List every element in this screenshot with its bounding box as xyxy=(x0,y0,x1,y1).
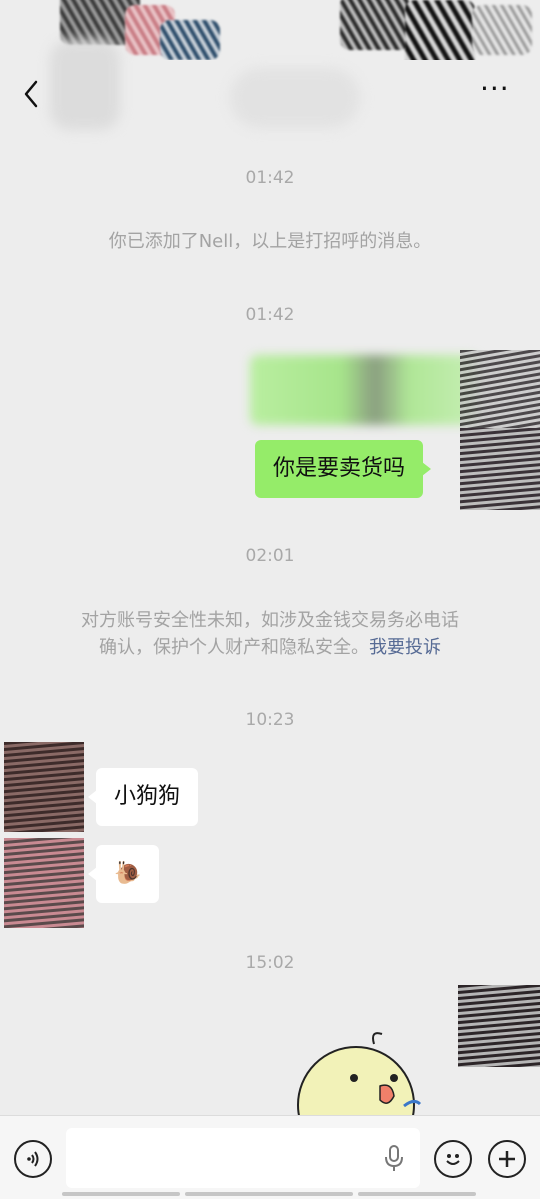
contact-message-bubble[interactable]: 小狗狗 xyxy=(87,768,199,826)
chevron-left-icon[interactable] xyxy=(18,78,48,110)
contact-avatar[interactable] xyxy=(4,742,84,832)
system-message: 你已添加了Nell，以上是打招呼的消息。 xyxy=(108,231,432,252)
redacted-area xyxy=(340,0,410,50)
gesture-bar xyxy=(62,1192,180,1196)
timestamp: 01:42 xyxy=(245,168,295,188)
timestamp: 02:01 xyxy=(245,546,295,566)
warning-line-with-link: 确认，保护个人财产和隐私安全。我要投诉 xyxy=(0,634,540,661)
contact-emoji-bubble[interactable]: 🐌 xyxy=(87,845,160,903)
my-avatar[interactable] xyxy=(458,985,540,1067)
message-input-bar xyxy=(0,1115,540,1199)
more-horizontal-icon[interactable]: ··· xyxy=(480,75,514,108)
my-message-bubble[interactable]: 你是要卖货吗 xyxy=(255,440,432,498)
redacted-area xyxy=(460,350,540,432)
timestamp: 01:42 xyxy=(245,305,295,325)
message-input[interactable] xyxy=(66,1128,420,1188)
warning-line: 对方账号安全性未知，如涉及金钱交易务必电话 xyxy=(81,610,459,631)
timestamp: 10:23 xyxy=(245,710,295,730)
redacted-message xyxy=(250,355,478,425)
voice-mode-icon[interactable] xyxy=(14,1140,52,1178)
timestamp: 15:02 xyxy=(245,953,295,973)
gesture-bar xyxy=(185,1192,353,1196)
warning-text: 确认，保护个人财产和隐私安全。 xyxy=(99,637,369,658)
my-avatar[interactable] xyxy=(460,428,540,510)
plus-circle-icon[interactable] xyxy=(488,1140,526,1178)
contact-avatar[interactable] xyxy=(4,838,84,928)
redacted-area xyxy=(405,0,475,60)
chat-header: ··· xyxy=(0,40,540,130)
redacted-area xyxy=(50,40,120,130)
sticker-message[interactable] xyxy=(296,1030,426,1120)
emoji-face-icon[interactable] xyxy=(434,1140,472,1178)
gesture-bar xyxy=(358,1192,476,1196)
microphone-icon[interactable] xyxy=(383,1144,405,1174)
redacted-area xyxy=(472,5,532,55)
security-warning: 对方账号安全性未知，如涉及金钱交易务必电话 确认，保护个人财产和隐私安全。我要投… xyxy=(0,607,540,661)
redacted-area xyxy=(160,20,220,60)
redacted-chat-title xyxy=(230,68,360,128)
report-link[interactable]: 我要投诉 xyxy=(369,637,441,658)
